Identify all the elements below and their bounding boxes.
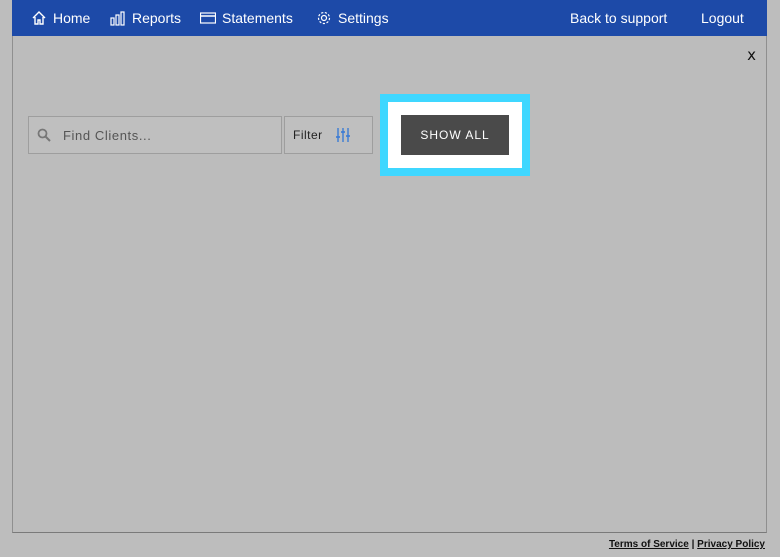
nav-home-label: Home [53, 10, 91, 26]
nav-settings[interactable]: Settings [316, 0, 389, 36]
nav-back-to-support[interactable]: Back to support [570, 0, 667, 36]
footer: Terms of Service | Privacy Policy [0, 533, 780, 557]
filter-button[interactable]: Filter [284, 116, 373, 154]
show-all-highlight: SHOW ALL [380, 94, 530, 176]
footer-separator: | [691, 539, 695, 550]
statement-icon [200, 10, 216, 26]
modal-overlay: x Filter SHOW ALL [12, 36, 767, 533]
find-clients-input[interactable] [63, 118, 273, 152]
search-icon [37, 128, 51, 142]
sliders-icon [336, 128, 350, 142]
nav-statements-label: Statements [222, 10, 293, 26]
privacy-policy-link[interactable]: Privacy Policy [697, 539, 765, 550]
nav-reports[interactable]: Reports [110, 0, 181, 36]
nav-statements[interactable]: Statements [200, 0, 293, 36]
footer-links: Terms of Service | Privacy Policy [609, 539, 765, 550]
home-icon [31, 10, 47, 26]
bar-chart-icon [110, 10, 126, 26]
show-all-button[interactable]: SHOW ALL [401, 115, 509, 155]
gear-icon [316, 10, 332, 26]
client-search-box [28, 116, 282, 154]
nav-logout[interactable]: Logout [701, 0, 744, 36]
nav-reports-label: Reports [132, 10, 182, 26]
terms-of-service-link[interactable]: Terms of Service [609, 539, 689, 550]
nav-home[interactable]: Home [31, 0, 90, 36]
close-button[interactable]: x [747, 46, 756, 64]
nav-settings-label: Settings [338, 10, 389, 26]
nav-logout-label: Logout [701, 10, 744, 26]
nav-back-to-support-label: Back to support [570, 10, 668, 26]
top-nav-bar: Home Reports Statements Settings Back to… [12, 0, 767, 36]
filter-label: Filter [293, 128, 323, 142]
